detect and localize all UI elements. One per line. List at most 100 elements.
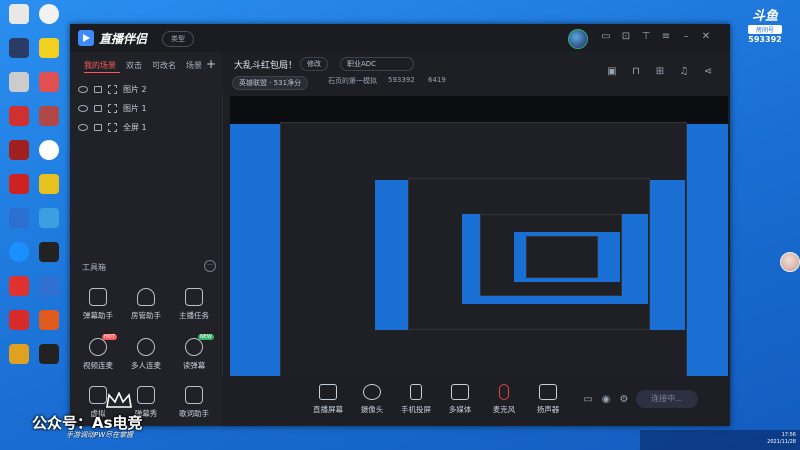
source-label: 图片 1 xyxy=(123,103,147,113)
lock-icon[interactable] xyxy=(94,123,102,131)
lock-icon[interactable] xyxy=(94,104,102,112)
category-chip[interactable]: 修改 xyxy=(300,57,328,71)
image-icon xyxy=(108,103,117,113)
app-logo-icon xyxy=(78,30,94,46)
desktop-icon[interactable] xyxy=(34,106,64,140)
screen-capture-button[interactable]: 直播屏幕 xyxy=(308,384,348,415)
viewer-avatar xyxy=(780,252,800,272)
desktop-icon[interactable] xyxy=(4,106,34,140)
settings-icon[interactable]: ⚙ xyxy=(618,394,630,406)
toolbox-title: 工具箱 xyxy=(82,263,106,272)
source-row[interactable]: 全屏 1 xyxy=(78,120,147,134)
close-icon[interactable]: ✕ xyxy=(700,31,712,43)
media-button[interactable]: 多媒体 xyxy=(440,384,480,415)
phone-cast-icon xyxy=(410,384,422,400)
tool-room-manager[interactable]: 房管助手 xyxy=(122,288,170,330)
eye-icon[interactable] xyxy=(78,123,88,131)
bottom-toolbar: 直播屏幕 摄像头 手机投屏 多媒体 麦克风 扬声器 ▭ ◉ ⚙ 连接中... xyxy=(222,376,730,426)
desktop-icon[interactable] xyxy=(34,174,64,208)
desktop-icon[interactable] xyxy=(34,140,64,174)
more-icon[interactable]: ··· xyxy=(204,260,216,272)
gift-icon[interactable]: ▣ xyxy=(606,66,618,78)
skin-icon[interactable]: ⊡ xyxy=(620,31,632,43)
task-icon xyxy=(185,288,203,306)
clock-time: 17:56 xyxy=(781,432,796,438)
desktop-icon[interactable] xyxy=(4,310,34,344)
tab-my-scene[interactable]: 我的场景 xyxy=(84,60,116,71)
camera-button[interactable]: 摄像头 xyxy=(352,384,392,415)
desktop-icon[interactable] xyxy=(4,140,34,174)
tool-danmaku-assistant[interactable]: 弹幕助手 xyxy=(74,288,122,330)
danmaku-icon xyxy=(89,288,107,306)
record-icon[interactable]: ▭ xyxy=(582,394,594,406)
desktop-icon[interactable] xyxy=(4,72,34,106)
mic-link-icon xyxy=(89,338,107,356)
speaker-button[interactable]: 扬声器 xyxy=(528,384,568,415)
lock-icon[interactable] xyxy=(94,85,102,93)
hot-badge: HOT xyxy=(102,334,117,340)
layout-icon[interactable]: ⊞ xyxy=(654,66,666,78)
desktop-icon[interactable] xyxy=(4,276,34,310)
menu-icon[interactable]: ≡ xyxy=(660,31,672,43)
tab-rename[interactable]: 可改名 xyxy=(152,60,176,71)
rank-chip[interactable]: 英雄联盟 · 531净分 xyxy=(232,76,309,90)
desktop-icon[interactable] xyxy=(34,38,64,72)
type-button[interactable]: 类型 xyxy=(162,31,194,47)
stream-title[interactable]: 大乱斗红包局！ xyxy=(234,58,297,71)
desktop-icon[interactable] xyxy=(34,242,64,276)
preview-toggle-icon[interactable]: ◉ xyxy=(600,394,612,406)
desktop-icon[interactable] xyxy=(4,38,34,72)
desktop-icon[interactable] xyxy=(34,310,64,344)
desktop-icon[interactable] xyxy=(34,72,64,106)
watermark: 公众号：As电竞 手游调动PW尽在掌握 xyxy=(6,372,216,442)
minimize-icon[interactable]: – xyxy=(680,31,692,43)
phone-cast-button[interactable]: 手机投屏 xyxy=(396,384,436,415)
new-badge: NEW xyxy=(198,334,214,340)
douyu-room-label: 房间号 xyxy=(748,25,782,34)
desktop-icon[interactable] xyxy=(34,4,64,38)
desktop-icon[interactable] xyxy=(34,276,64,310)
room-id: 593392 xyxy=(388,76,415,84)
shirt-icon[interactable]: ⊤ xyxy=(640,31,652,43)
douyu-logo: 斗鱼 xyxy=(751,9,778,24)
lock-icon[interactable]: ⊓ xyxy=(630,66,642,78)
camera-icon xyxy=(363,384,381,400)
desktop-icon[interactable] xyxy=(4,4,34,38)
bell-icon[interactable]: ♫ xyxy=(678,66,690,78)
multi-link-icon xyxy=(137,338,155,356)
tool-streamer-task[interactable]: 主播任务 xyxy=(170,288,218,330)
eye-icon[interactable] xyxy=(78,104,88,112)
desktop-icon[interactable] xyxy=(34,208,64,242)
add-scene-icon[interactable]: + xyxy=(206,57,216,71)
desktop-icon[interactable] xyxy=(4,242,34,276)
app-name: 直播伴侣 xyxy=(99,31,148,46)
user-avatar[interactable] xyxy=(568,29,588,49)
source-row[interactable]: 图片 1 xyxy=(78,101,147,115)
role-chip[interactable]: 职业ADC xyxy=(340,57,414,71)
taskbar-tray: 17:56 2021/11/28 xyxy=(640,430,800,450)
microphone-icon xyxy=(499,384,509,400)
nested-window-4 xyxy=(526,236,598,278)
share-icon[interactable]: ⋖ xyxy=(702,66,714,78)
stream-subtitle: 石页的第一模拟 xyxy=(328,77,377,85)
monitor-icon xyxy=(319,384,337,400)
stream-header: 大乱斗红包局！ 修改 职业ADC 英雄联盟 · 531净分 石页的第一模拟 59… xyxy=(222,52,730,94)
tab-scene[interactable]: 场景 xyxy=(186,60,202,71)
microphone-button[interactable]: 麦克风 xyxy=(484,384,524,415)
image-icon xyxy=(108,84,117,94)
desktop-icon[interactable] xyxy=(4,208,34,242)
stream-preview[interactable] xyxy=(230,96,728,376)
eye-icon[interactable] xyxy=(78,85,88,93)
manager-icon xyxy=(137,288,155,306)
source-row[interactable]: 图片 2 xyxy=(78,82,147,96)
desktop-icon[interactable] xyxy=(4,174,34,208)
fullscreen-icon xyxy=(108,122,117,132)
title-bar: 直播伴侣 类型 ▭ ⊡ ⊤ ≡ – ✕ xyxy=(70,24,730,53)
tab-double-click[interactable]: 双击 xyxy=(126,60,142,71)
clock-date: 2021/11/28 xyxy=(767,439,796,445)
connect-button[interactable]: 连接中... xyxy=(636,390,698,408)
scene-tabs: 我的场景 双击 可改名 场景 xyxy=(84,60,202,71)
clock[interactable]: 17:56 2021/11/28 xyxy=(767,432,796,446)
feedback-icon[interactable]: ▭ xyxy=(600,31,612,43)
app-logo: 直播伴侣 xyxy=(78,30,147,46)
